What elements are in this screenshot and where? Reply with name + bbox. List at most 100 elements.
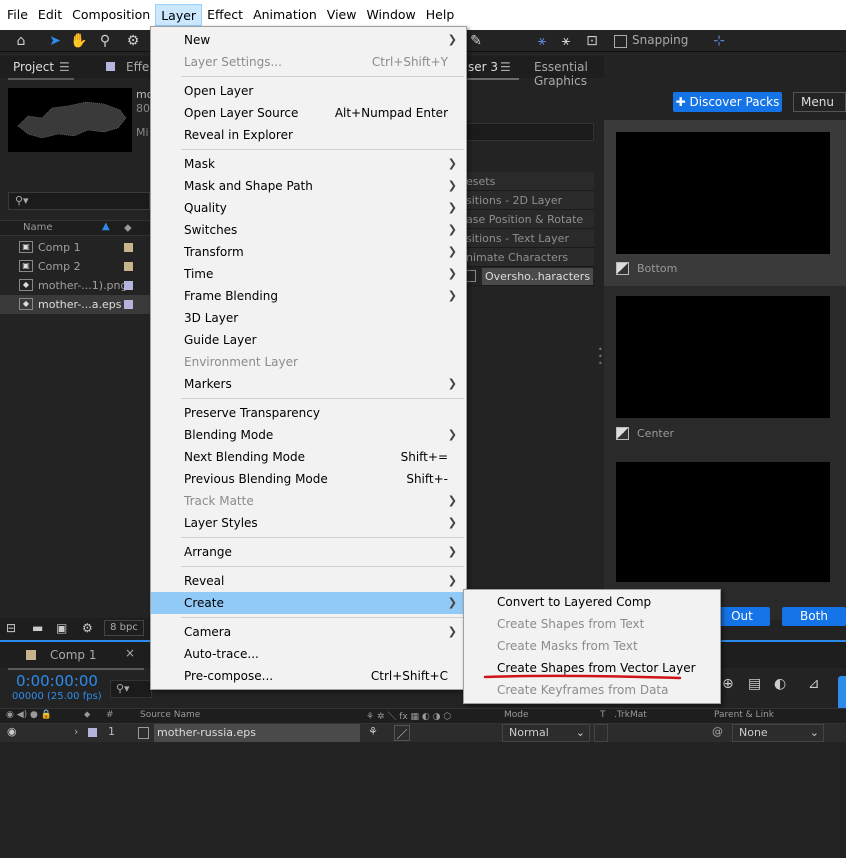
menu-composition[interactable]: Composition <box>67 4 155 26</box>
menu-item-create[interactable]: Create ❯ <box>151 592 466 614</box>
new-comp-icon[interactable]: ▣ <box>56 621 67 635</box>
preserve-transparency-toggle[interactable] <box>594 724 608 742</box>
interpret-footage-icon[interactable]: ⊟ <box>6 621 16 635</box>
panel-resize-handle[interactable]: • • • <box>598 346 603 368</box>
menu-item-preserve-transparency[interactable]: Preserve Transparency <box>151 402 466 424</box>
discover-packs-button[interactable]: ✚ Discover Packs <box>673 92 782 112</box>
preset-row[interactable]: Oversho..haracters <box>466 267 594 286</box>
parent-dropdown[interactable]: None ⌄ <box>732 724 824 742</box>
menu-dropdown[interactable]: Menu <box>793 92 846 112</box>
label-color-swatch[interactable] <box>124 262 133 271</box>
name-column-label[interactable]: Name <box>23 222 53 233</box>
menu-view[interactable]: View <box>322 4 362 26</box>
preset-row[interactable]: esets <box>466 172 594 191</box>
frame-blending-icon[interactable]: ▤ <box>748 676 761 692</box>
tab-effects[interactable]: Effe <box>126 60 149 74</box>
menu-item-markers[interactable]: Markers ❯ <box>151 373 466 395</box>
menu-item-new[interactable]: New ❯ <box>151 29 466 51</box>
project-item[interactable]: ◆ mother-...a.eps <box>0 295 150 314</box>
menu-item-reveal-in-explorer[interactable]: Reveal in Explorer <box>151 124 466 146</box>
composer-panel-menu-icon[interactable]: ☰ <box>500 60 511 74</box>
menu-help[interactable]: Help <box>421 4 460 26</box>
menu-window[interactable]: Window <box>361 4 420 26</box>
new-folder-icon[interactable]: ▬ <box>32 621 43 635</box>
menu-layer[interactable]: Layer <box>155 4 203 26</box>
bit-depth-button[interactable]: 8 bpc <box>104 620 144 636</box>
selection-tool-icon[interactable]: ➤ <box>44 32 66 50</box>
motion-blur-icon[interactable]: ◐ <box>774 676 786 692</box>
shy-switch-icon[interactable]: ⚘ <box>368 725 378 738</box>
menu-item-arrange[interactable]: Arrange ❯ <box>151 541 466 563</box>
project-search-input[interactable]: ⚲▾ <box>8 192 150 210</box>
menu-item-open-layer-source[interactable]: Open Layer Source Alt+Numpad Enter <box>151 102 466 124</box>
menu-item-switches[interactable]: Switches ❯ <box>151 219 466 241</box>
menu-item-layer-styles[interactable]: Layer Styles ❯ <box>151 512 466 534</box>
project-item[interactable]: ◆ mother-...1).png <box>0 276 150 295</box>
orbit-tool-icon[interactable]: ⚙ <box>122 32 144 50</box>
axis-world-icon[interactable]: ⚹ <box>556 32 576 50</box>
snap-options-icon[interactable]: ⊹ <box>708 32 730 50</box>
preview-thumb-center[interactable] <box>616 296 830 418</box>
hand-tool-icon[interactable]: ✋ <box>68 32 90 50</box>
preset-row[interactable]: nimate Characters <box>466 248 594 267</box>
home-icon[interactable]: ⌂ <box>10 32 32 50</box>
project-item[interactable]: ▣ Comp 1 <box>0 238 150 257</box>
menu-item-camera[interactable]: Camera ❯ <box>151 621 466 643</box>
expand-layer-icon[interactable]: › <box>74 725 78 738</box>
menu-item-convert-to-layered-comp[interactable]: Convert to Layered Comp <box>464 591 720 613</box>
menu-item-3d-layer[interactable]: 3D Layer <box>151 307 466 329</box>
menu-item-reveal[interactable]: Reveal ❯ <box>151 570 466 592</box>
graph-editor-icon[interactable]: ⊕ <box>722 676 734 692</box>
timeline-search-input[interactable]: ⚲▾ <box>110 680 152 698</box>
menu-effect[interactable]: Effect <box>202 4 248 26</box>
parent-link-column[interactable]: Parent & Link <box>714 710 774 720</box>
zoom-tool-icon[interactable]: ⚲ <box>94 32 116 50</box>
menu-edit[interactable]: Edit <box>33 4 67 26</box>
menu-item-previous-blending-mode[interactable]: Previous Blending Mode Shift+- <box>151 468 466 490</box>
preview-thumb-bottom[interactable] <box>616 132 830 254</box>
graph-toggle-icon[interactable]: ⊿ <box>808 676 820 692</box>
trkmat-column[interactable]: .TrkMat <box>614 710 647 720</box>
preset-row[interactable]: sitions - Text Layer <box>466 229 594 248</box>
menu-item-next-blending-mode[interactable]: Next Blending Mode Shift+= <box>151 446 466 468</box>
menu-item-time[interactable]: Time ❯ <box>151 263 466 285</box>
both-button[interactable]: Both <box>782 607 846 626</box>
label-column-icon[interactable]: ⬥ <box>124 221 132 235</box>
t-column[interactable]: T <box>600 710 606 720</box>
label-color-swatch[interactable] <box>124 281 133 290</box>
presets-search-input[interactable] <box>466 123 594 141</box>
pin-tool-icon[interactable]: ✎ <box>466 32 486 50</box>
menu-animation[interactable]: Animation <box>248 4 322 26</box>
close-tab-icon[interactable]: × <box>125 646 135 660</box>
menu-item-mask[interactable]: Mask ❯ <box>151 153 466 175</box>
menu-item-blending-mode[interactable]: Blending Mode ❯ <box>151 424 466 446</box>
axis-local-icon[interactable]: ⚹ <box>532 32 552 50</box>
sort-ascending-icon[interactable]: ▲ <box>102 221 110 232</box>
tab-composer[interactable]: ser 3 <box>468 60 498 74</box>
layer-row[interactable]: ◉ › 1 mother-russia.eps ⚘ ／ Normal ⌄ @ No… <box>0 724 846 742</box>
project-item[interactable]: ▣ Comp 2 <box>0 257 150 276</box>
current-timecode[interactable]: 0:00:00:00 <box>16 672 98 690</box>
snapping-checkbox[interactable] <box>614 35 627 48</box>
menu-item-quality[interactable]: Quality ❯ <box>151 197 466 219</box>
label-color-swatch[interactable] <box>124 300 133 309</box>
tab-comp-1[interactable]: Comp 1 <box>50 648 96 662</box>
preset-checkbox[interactable] <box>466 270 476 282</box>
pickwhip-icon[interactable]: @ <box>712 725 723 738</box>
menu-item-open-layer[interactable]: Open Layer <box>151 80 466 102</box>
menu-item-auto-trace[interactable]: Auto-trace... <box>151 643 466 665</box>
axis-view-icon[interactable]: ⊡ <box>582 32 602 50</box>
source-name-column[interactable]: Source Name <box>140 710 200 720</box>
tab-essential-graphics[interactable]: Essential Graphics <box>534 60 604 88</box>
panel-menu-icon[interactable]: ☰ <box>59 60 70 74</box>
project-settings-icon[interactable]: ⚙ <box>82 621 93 635</box>
mode-column[interactable]: Mode <box>504 710 529 720</box>
preview-thumb-third[interactable] <box>616 462 830 582</box>
layer-color-swatch[interactable] <box>88 728 97 737</box>
layer-name-field[interactable]: mother-russia.eps <box>154 724 360 742</box>
label-color-swatch[interactable] <box>124 243 133 252</box>
menu-item-frame-blending[interactable]: Frame Blending ❯ <box>151 285 466 307</box>
menu-item-pre-compose[interactable]: Pre-compose... Ctrl+Shift+C <box>151 665 466 687</box>
menu-item-guide-layer[interactable]: Guide Layer <box>151 329 466 351</box>
quality-switch-icon[interactable]: ／ <box>394 725 410 741</box>
